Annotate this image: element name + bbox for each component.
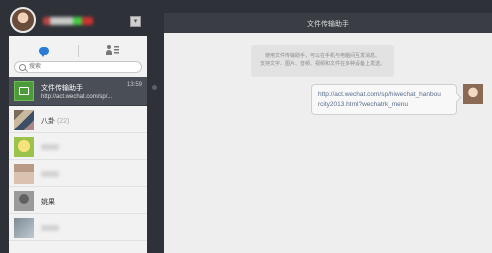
chat-item-title: 姚果 [41, 199, 55, 206]
left-panel: ▾ 文件传输助手 http://act.wechat.com/sp/... 13… [9, 6, 147, 253]
chat-item[interactable] [9, 160, 147, 187]
contact-avatar [14, 137, 34, 157]
chat-item-time: 13:59 [126, 82, 142, 88]
chat-bubble-icon [38, 47, 49, 57]
blurred-name [41, 225, 59, 231]
menu-dropdown-icon[interactable]: ▾ [130, 16, 141, 27]
panel-splitter-handle[interactable] [152, 85, 157, 90]
message-link-line: http://act.wechat.com/sp/hiwechat_hanbou [318, 91, 441, 98]
chat-item-group[interactable]: 八卦 (22) [9, 106, 147, 133]
tab-contacts[interactable] [78, 42, 147, 60]
profile-bar: ▾ [9, 6, 147, 36]
search-icon [19, 64, 26, 71]
chat-item[interactable]: 姚果 [9, 187, 147, 214]
search-input[interactable] [29, 62, 129, 72]
chat-item-title-wrap: 八卦 (22) [41, 116, 69, 126]
system-note-line: 支持文字、图片、音频、视频和文件在多种设备上发送。 [259, 61, 385, 67]
system-note-line: 使用文件传输助手，可以在手机与电脑间互发消息。 [264, 53, 380, 59]
search-box [14, 61, 142, 73]
message-link-line: rcity2013.html?wechatrk_menu [318, 101, 408, 108]
contact-avatar [14, 164, 34, 184]
chat-item[interactable] [9, 214, 147, 241]
chat-list: 文件传输助手 http://act.wechat.com/sp/... 13:5… [9, 77, 147, 241]
contact-avatar [14, 218, 34, 238]
blurred-name [41, 171, 59, 177]
chat-item-file-transfer[interactable]: 文件传输助手 http://act.wechat.com/sp/... 13:5… [9, 77, 147, 106]
system-note: 使用文件传输助手，可以在手机与电脑间互发消息。 支持文字、图片、音频、视频和文件… [251, 45, 394, 77]
sender-avatar[interactable] [463, 84, 483, 104]
conversation-panel: 使用文件传输助手，可以在手机与电脑间互发消息。 支持文字、图片、音频、视频和文件… [164, 15, 492, 253]
conversation-title: 文件传输助手 [307, 21, 349, 28]
conversation-header: 文件传输助手 [164, 13, 492, 33]
unread-count: (22) [56, 118, 70, 125]
my-avatar[interactable] [10, 7, 36, 33]
chat-item[interactable] [9, 133, 147, 160]
my-nickname [43, 17, 93, 25]
contact-avatar [14, 191, 34, 211]
blurred-name [41, 144, 59, 150]
chat-item-title: 文件传输助手 [41, 85, 83, 92]
file-transfer-icon [14, 81, 34, 101]
panel-tabs [9, 42, 147, 60]
message-bubble[interactable]: http://act.wechat.com/sp/hiwechat_hanbou… [311, 84, 457, 115]
contacts-icon [105, 45, 119, 56]
chat-item-preview: http://act.wechat.com/sp/... [41, 94, 113, 100]
chat-item-title: 八卦 [41, 118, 55, 125]
group-avatar [14, 110, 34, 130]
tab-chats[interactable] [9, 42, 78, 60]
